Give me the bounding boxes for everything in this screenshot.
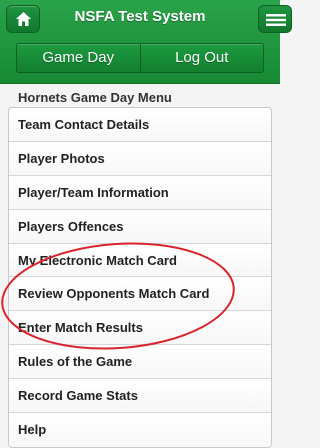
menu-title: Hornets Game Day Menu bbox=[18, 90, 172, 105]
menu-item-player-photos[interactable]: Player Photos bbox=[9, 141, 271, 176]
home-icon bbox=[16, 12, 31, 26]
game-day-menu: Team Contact Details Player Photos Playe… bbox=[8, 107, 272, 448]
home-button[interactable] bbox=[6, 5, 40, 33]
menu-icon bbox=[266, 14, 286, 26]
menu-item-player-team-information[interactable]: Player/Team Information bbox=[9, 175, 271, 210]
menu-item-players-offences[interactable]: Players Offences bbox=[9, 209, 271, 244]
menu-item-enter-match-results[interactable]: Enter Match Results bbox=[9, 311, 271, 346]
nav-game-day[interactable]: Game Day bbox=[17, 44, 140, 72]
app-header: NSFA Test System Game Day Log Out bbox=[0, 0, 292, 84]
menu-button[interactable] bbox=[258, 5, 292, 33]
menu-item-team-contact-details[interactable]: Team Contact Details bbox=[9, 108, 271, 142]
navbar: Game Day Log Out bbox=[16, 43, 264, 73]
menu-item-help[interactable]: Help bbox=[9, 413, 271, 447]
menu-item-rules-of-the-game[interactable]: Rules of the Game bbox=[9, 345, 271, 380]
menu-item-review-opponents-match-card[interactable]: Review Opponents Match Card bbox=[9, 277, 271, 312]
menu-item-record-game-stats[interactable]: Record Game Stats bbox=[9, 379, 271, 414]
nav-log-out[interactable]: Log Out bbox=[139, 44, 264, 72]
page-title: NSFA Test System bbox=[74, 8, 206, 25]
menu-item-my-electronic-match-card[interactable]: My Electronic Match Card bbox=[9, 243, 271, 278]
